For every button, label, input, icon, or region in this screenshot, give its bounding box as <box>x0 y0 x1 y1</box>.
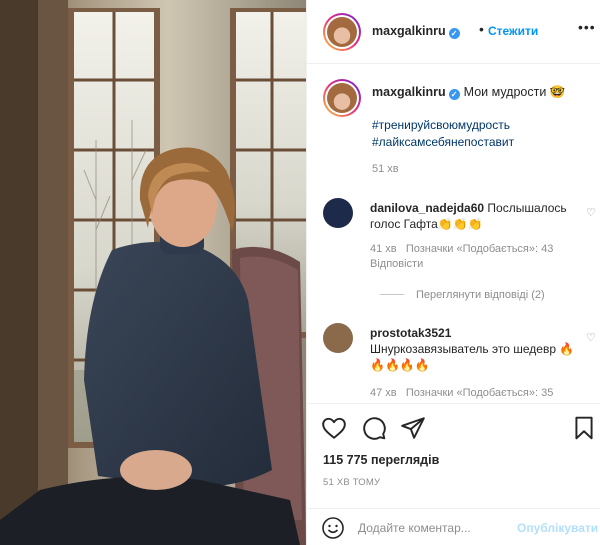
verified-badge-icon: ✓ <box>448 28 460 39</box>
comment-likes[interactable]: Позначки «Подобається»: 35 <box>406 387 554 399</box>
follow-button[interactable]: Стежити <box>488 24 538 38</box>
post-time-ago: 51 ХВ ТОМУ <box>323 477 381 488</box>
post-video[interactable] <box>0 0 306 545</box>
bookmark-icon[interactable] <box>571 415 597 441</box>
post-actions: 115 775 переглядів 51 ХВ ТОМУ Додайте ко… <box>307 403 600 545</box>
publish-button[interactable]: Опублікувати <box>517 521 598 535</box>
instagram-post: maxgalkinru ✓ • Стежити ••• maxgalkinru ✓ М… <box>0 0 600 545</box>
separator-dot: • <box>479 21 484 37</box>
comment-input[interactable]: Додайте коментар... <box>358 521 471 535</box>
comment-likes[interactable]: Позначки «Подобається»: 43 <box>406 243 554 255</box>
share-icon[interactable] <box>400 415 426 441</box>
comments-list[interactable]: maxgalkinru ✓ Мои мудрости 🤓 #тренируйсвою… <box>307 65 600 403</box>
comment-like-heart-icon[interactable]: ♡ <box>586 331 596 344</box>
comment-avatar[interactable] <box>323 323 353 353</box>
view-replies-button[interactable]: Переглянути відповіді (2) <box>380 289 545 301</box>
caption-avatar[interactable] <box>323 79 361 117</box>
more-options-icon[interactable]: ••• <box>578 19 596 35</box>
verified-badge-icon: ✓ <box>448 89 460 100</box>
header-username[interactable]: maxgalkinru ✓ <box>372 24 460 39</box>
comment-time: 47 хв <box>370 387 397 399</box>
post-header: maxgalkinru ✓ • Стежити ••• <box>307 0 600 64</box>
caption-time: 51 хв <box>372 163 399 175</box>
comment-icon[interactable] <box>361 415 387 441</box>
view-count[interactable]: 115 775 переглядів <box>323 453 439 467</box>
comment-avatar[interactable] <box>323 198 353 228</box>
caption-username[interactable]: maxgalkinru ✓ <box>372 85 460 100</box>
emoji-icon[interactable] <box>321 516 345 540</box>
reply-button[interactable]: Відповісти <box>370 257 580 272</box>
hashtag-link[interactable]: #лайксамсебянепоставит <box>372 134 514 151</box>
avatar[interactable] <box>323 13 361 51</box>
heart-icon[interactable] <box>321 415 347 441</box>
comment-like-heart-icon[interactable]: ♡ <box>586 206 596 219</box>
comment-username[interactable]: prostotak3521 <box>370 325 580 341</box>
comment-composer: Додайте коментар... Опублікувати <box>307 508 600 545</box>
caption-hashtags: #тренируйсвоюмудрость #лайксамсебянепост… <box>372 117 514 151</box>
caption-text: Мои мудрости 🤓 <box>463 85 566 99</box>
comment-text: Шнуркозавязыватель это шедевр 🔥🔥🔥🔥🔥 <box>370 342 575 372</box>
comment-time: 41 хв <box>370 243 397 255</box>
comment-username[interactable]: danilova_nadejda60 <box>370 201 484 215</box>
post-image <box>0 0 306 545</box>
hashtag-link[interactable]: #тренируйсвоюмудрость <box>372 117 514 134</box>
post-side-panel: maxgalkinru ✓ • Стежити ••• maxgalkinru ✓ М… <box>306 0 600 545</box>
